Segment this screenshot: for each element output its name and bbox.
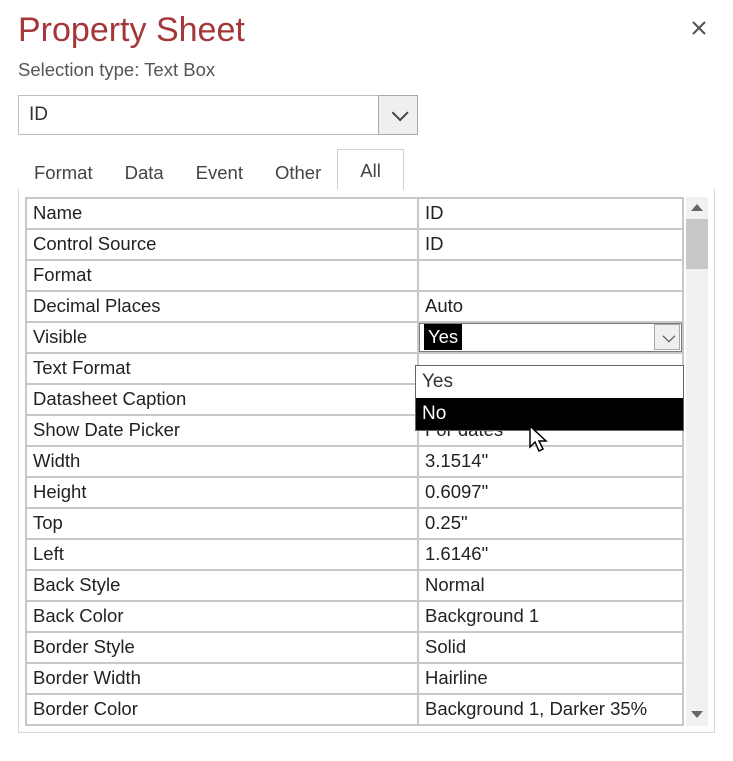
table-row: Border WidthHairline: [26, 663, 683, 694]
tab-other[interactable]: Other: [259, 154, 337, 190]
property-grid-container: NameIDControl SourceIDFormatDecimal Plac…: [18, 189, 715, 733]
property-value[interactable]: 1.6146": [418, 539, 683, 570]
property-sheet-panel: Property Sheet Selection type: Text Box …: [0, 0, 733, 761]
triangle-down-icon: [691, 711, 703, 718]
table-row: Back ColorBackground 1: [26, 601, 683, 632]
property-grid: NameIDControl SourceIDFormatDecimal Plac…: [25, 197, 684, 726]
property-label: Datasheet Caption: [26, 384, 418, 415]
property-label: Name: [26, 198, 418, 229]
property-value[interactable]: Auto: [418, 291, 683, 322]
property-value[interactable]: 0.25": [418, 508, 683, 539]
tab-data[interactable]: Data: [109, 154, 180, 190]
subtitle-prefix: Selection type:: [18, 59, 144, 80]
table-row: NameID: [26, 198, 683, 229]
scroll-up-button[interactable]: [686, 197, 708, 219]
table-row: Decimal PlacesAuto: [26, 291, 683, 322]
property-value[interactable]: Hairline: [418, 663, 683, 694]
close-icon: [691, 20, 707, 36]
property-label: Format: [26, 260, 418, 291]
control-selector[interactable]: ID: [18, 95, 418, 135]
table-row: Left1.6146": [26, 539, 683, 570]
table-row: Border ColorBackground 1, Darker 35%: [26, 694, 683, 725]
property-label: Left: [26, 539, 418, 570]
property-value[interactable]: ID: [418, 198, 683, 229]
property-value[interactable]: Normal: [418, 570, 683, 601]
table-row: Back StyleNormal: [26, 570, 683, 601]
table-row: Format: [26, 260, 683, 291]
property-dropdown-button[interactable]: [654, 324, 680, 350]
table-row: Width3.1514": [26, 446, 683, 477]
property-label: Top: [26, 508, 418, 539]
selection-type: Text Box: [144, 59, 215, 80]
tabs: Format Data Event Other All: [18, 149, 715, 190]
property-label: Width: [26, 446, 418, 477]
property-label: Visible: [26, 322, 418, 353]
property-value[interactable]: Background 1, Darker 35%: [418, 694, 683, 725]
property-value[interactable]: [418, 260, 683, 291]
property-label: Border Style: [26, 632, 418, 663]
property-value[interactable]: 3.1514": [418, 446, 683, 477]
property-label: Height: [26, 477, 418, 508]
page-title: Property Sheet: [18, 10, 715, 51]
property-label: Text Format: [26, 353, 418, 384]
triangle-up-icon: [691, 204, 703, 211]
property-label: Decimal Places: [26, 291, 418, 322]
tab-format[interactable]: Format: [18, 154, 109, 190]
table-row: Border StyleSolid: [26, 632, 683, 663]
scrollbar[interactable]: [686, 197, 708, 726]
tab-event[interactable]: Event: [180, 154, 259, 190]
property-label: Back Color: [26, 601, 418, 632]
property-value-editor[interactable]: Yes: [419, 323, 682, 352]
close-button[interactable]: [687, 16, 711, 40]
tab-all[interactable]: All: [337, 149, 404, 190]
selected-value-text: Yes: [424, 324, 462, 350]
chevron-down-icon: [392, 104, 409, 121]
property-label: Control Source: [26, 229, 418, 260]
dropdown-option-yes[interactable]: Yes: [416, 366, 683, 398]
scroll-thumb[interactable]: [686, 219, 708, 269]
table-row: VisibleYes: [26, 322, 683, 353]
dropdown-option-no[interactable]: No: [416, 398, 683, 430]
chevron-down-icon: [662, 330, 675, 343]
property-value[interactable]: Yes: [418, 322, 683, 353]
property-label: Border Width: [26, 663, 418, 694]
property-label: Back Style: [26, 570, 418, 601]
control-selector-dropdown-button[interactable]: [378, 95, 418, 135]
visible-dropdown[interactable]: Yes No: [415, 365, 684, 431]
scroll-down-button[interactable]: [686, 704, 708, 726]
property-value[interactable]: 0.6097": [418, 477, 683, 508]
control-selector-value[interactable]: ID: [18, 95, 378, 135]
property-label: Show Date Picker: [26, 415, 418, 446]
table-row: Control SourceID: [26, 229, 683, 260]
table-row: Top0.25": [26, 508, 683, 539]
property-value[interactable]: Background 1: [418, 601, 683, 632]
property-label: Border Color: [26, 694, 418, 725]
property-value[interactable]: Solid: [418, 632, 683, 663]
scroll-track[interactable]: [686, 219, 708, 704]
property-value[interactable]: ID: [418, 229, 683, 260]
selection-type-label: Selection type: Text Box: [18, 59, 715, 81]
table-row: Height0.6097": [26, 477, 683, 508]
